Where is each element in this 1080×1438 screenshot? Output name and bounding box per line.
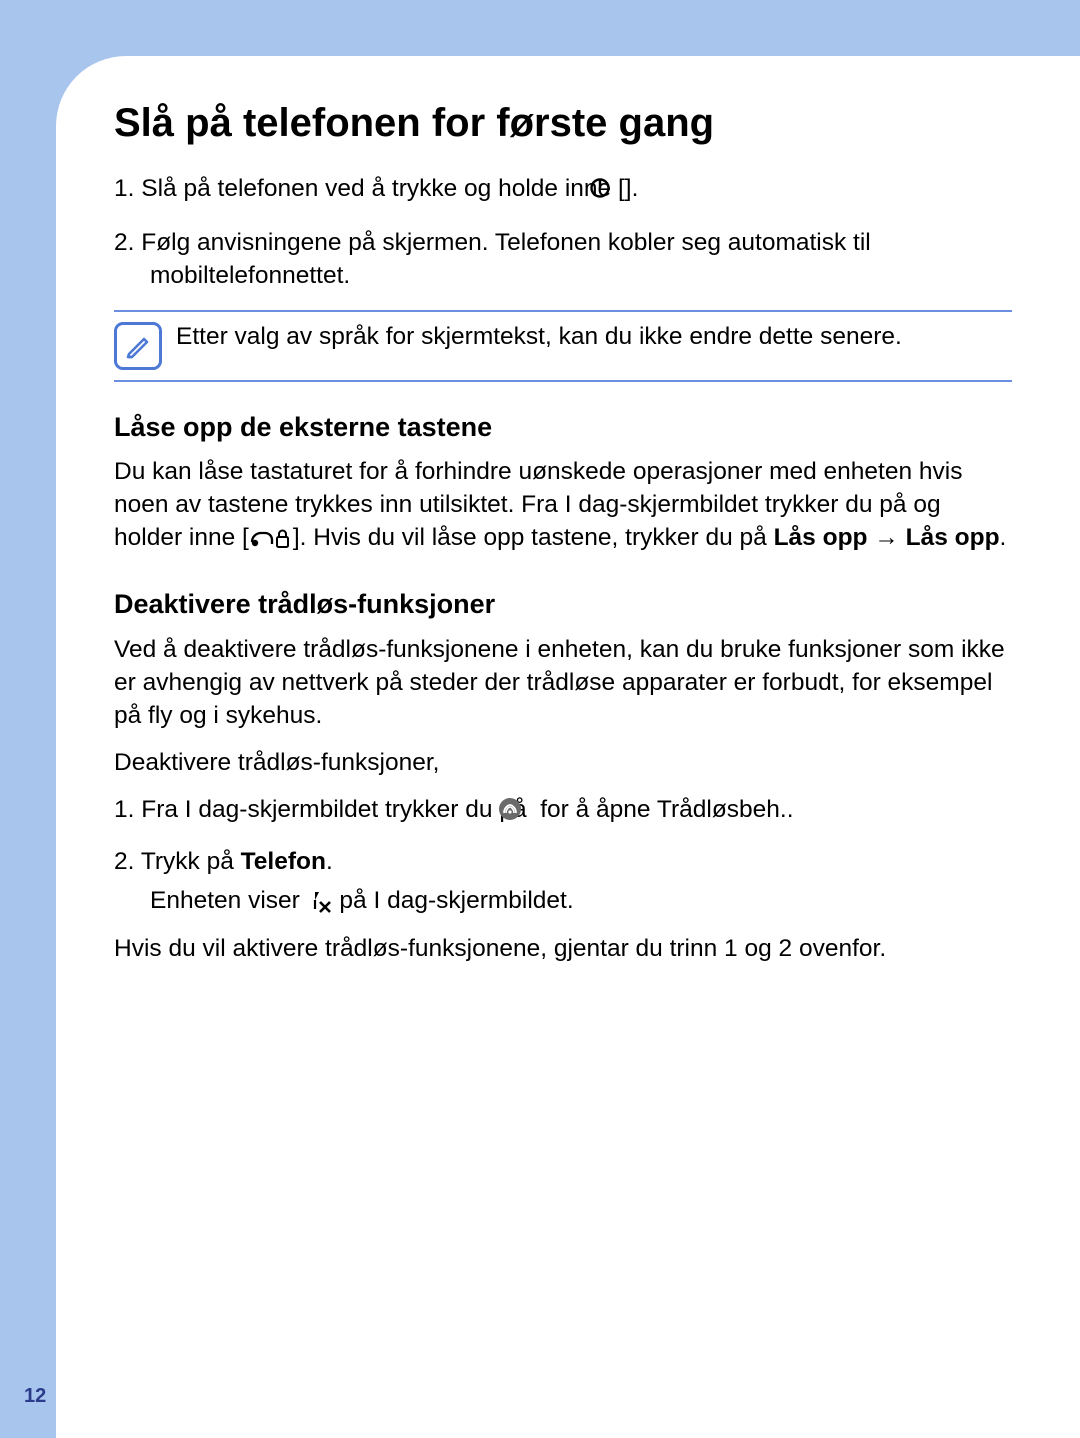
wireless-step-list: 1. Fra I dag-skjermbildet trykker du på … — [114, 793, 1012, 878]
step-number: 1. — [114, 175, 134, 202]
unlock-body: Du kan låse tastaturet for å forhindre u… — [114, 455, 1012, 559]
line2-a: Enheten viser — [150, 887, 307, 914]
wireless-step-2: 2. Trykk på Telefon. — [114, 845, 1012, 878]
note-text: Etter valg av språk for skjermtekst, kan… — [176, 320, 902, 353]
note-callout: Etter valg av språk for skjermtekst, kan… — [114, 310, 1012, 382]
manual-page: Slå på telefonen for første gang 1. Slå … — [56, 56, 1080, 1438]
line2-b: på I dag-skjermbildet. — [333, 887, 574, 914]
step-text-a: Fra I dag-skjermbildet trykker du på — [141, 796, 533, 823]
step-text: Slå på telefonen ved å trykke og holde i… — [141, 175, 625, 202]
step-text-a: Trykk på — [141, 848, 241, 875]
wireless-sub: Deaktivere trådløs-funksjoner, — [114, 746, 1012, 779]
intro-step-list: 1. Slå på telefonen ved å trykke og hold… — [114, 172, 1012, 292]
unlock-text-b: ]. Hvis du vil låse opp tastene, trykker… — [293, 524, 774, 551]
wireless-intro: Ved å deaktivere trådløs-funksjonene i e… — [114, 633, 1012, 732]
step-bold: Telefon — [241, 848, 326, 875]
section-heading-wireless: Deaktivere trådløs-funksjoner — [114, 587, 1012, 622]
wireless-step-1: 1. Fra I dag-skjermbildet trykker du på … — [114, 793, 1012, 831]
arrow-text: → — [868, 524, 906, 551]
page-title: Slå på telefonen for første gang — [114, 98, 1012, 148]
step-text: Følg anvisningene på skjermen. Telefonen… — [141, 229, 871, 289]
unlock-bold-2: Lås opp — [906, 524, 1000, 551]
phone-lock-icon — [249, 526, 293, 559]
step-number: 2. — [114, 229, 134, 256]
wireless-outro: Hvis du vil aktivere trådløs-funksjonene… — [114, 932, 1012, 965]
step-number: 2. — [114, 848, 134, 875]
note-icon — [114, 322, 162, 370]
antenna-off-icon — [307, 889, 333, 922]
step-text-b: for å åpne Trådløsbeh.. — [533, 796, 793, 823]
wireless-step-2-line2: Enheten viser på I dag-skjermbildet. — [150, 884, 1012, 922]
step-number: 1. — [114, 796, 134, 823]
step-text-b: . — [326, 848, 333, 875]
intro-step-2: 2. Følg anvisningene på skjermen. Telefo… — [114, 226, 1012, 292]
intro-step-1: 1. Slå på telefonen ved å trykke og hold… — [114, 172, 1012, 208]
unlock-period: . — [1000, 524, 1007, 551]
unlock-bold-1: Lås opp — [774, 524, 868, 551]
step-text-end: ]. — [625, 175, 639, 202]
page-background: Slå på telefonen for første gang 1. Slå … — [0, 0, 1080, 1438]
page-number: 12 — [24, 1385, 46, 1408]
section-heading-unlock: Låse opp de eksterne tastene — [114, 410, 1012, 445]
